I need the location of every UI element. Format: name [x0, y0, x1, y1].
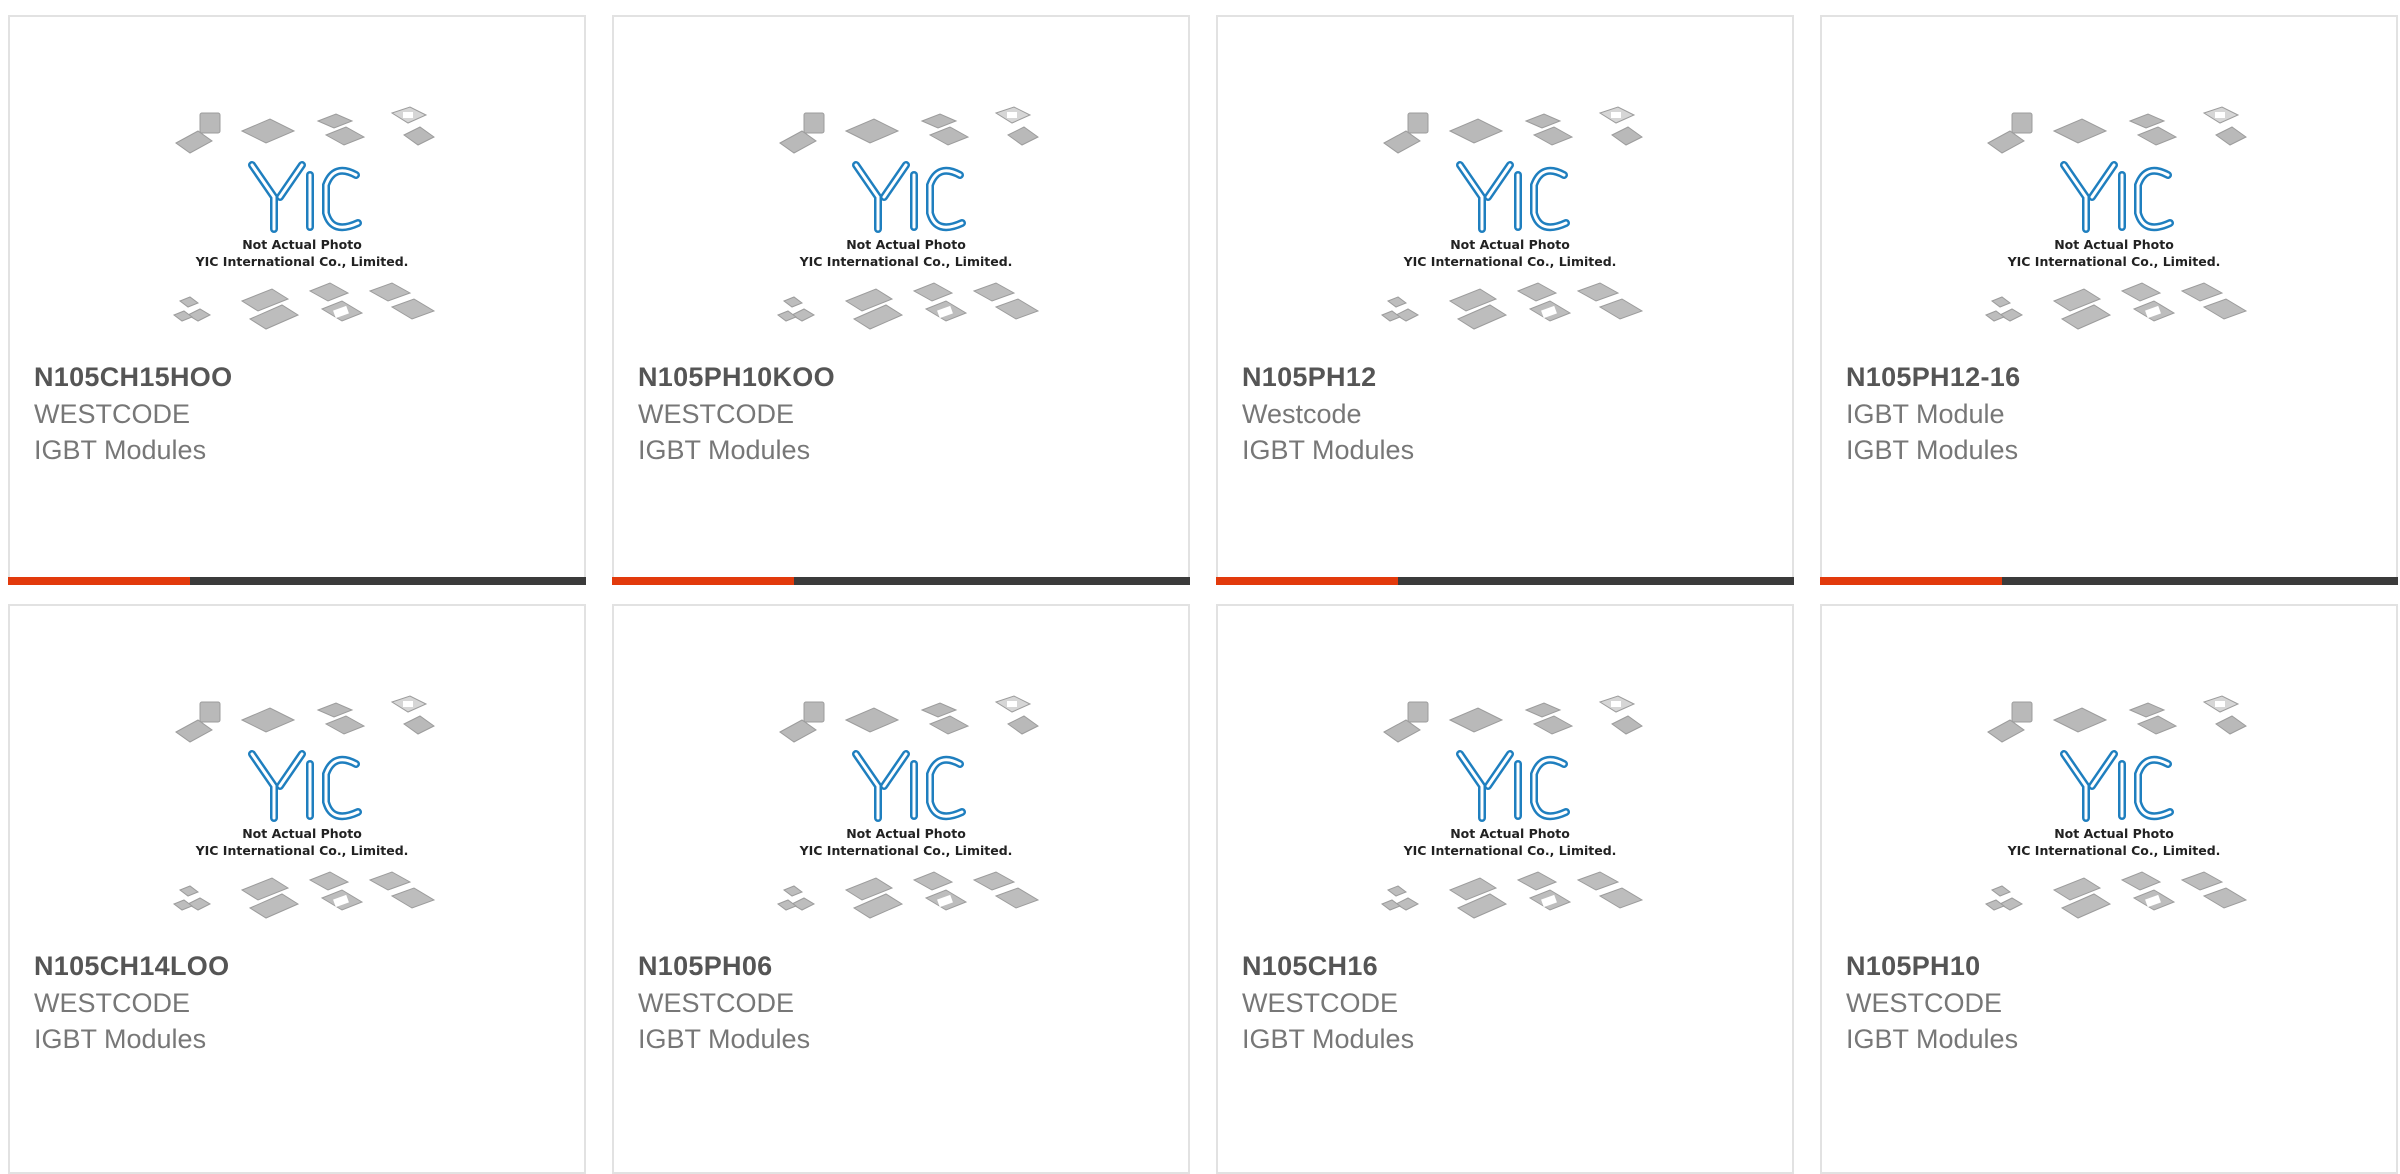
card-accent-bar — [1216, 577, 1398, 585]
product-card[interactable]: N105PH10 WESTCODE IGBT Modules — [1820, 604, 2398, 1174]
chip-placeholder-image — [1378, 694, 1643, 926]
chip-placeholder-image — [774, 694, 1039, 926]
chip-placeholder-image — [1378, 105, 1643, 337]
category: IGBT Modules — [34, 1024, 207, 1054]
manufacturer: WESTCODE — [638, 988, 795, 1018]
manufacturer: WESTCODE — [1242, 988, 1399, 1018]
part-number[interactable]: N105PH10 — [1846, 951, 1981, 982]
product-card[interactable]: N105CH15HOO WESTCODE IGBT Modules — [8, 15, 586, 585]
part-number[interactable]: N105PH10KOO — [638, 362, 835, 393]
category: IGBT Modules — [638, 435, 811, 465]
product-card[interactable]: N105CH14LOO WESTCODE IGBT Modules — [8, 604, 586, 1174]
category: IGBT Modules — [1846, 1024, 2019, 1054]
chip-placeholder-image — [1982, 694, 2247, 926]
part-number[interactable]: N105CH15HOO — [34, 362, 232, 393]
category: IGBT Modules — [1242, 1024, 1415, 1054]
chip-placeholder-image — [1982, 105, 2247, 337]
part-number[interactable]: N105CH14LOO — [34, 951, 229, 982]
category: IGBT Modules — [638, 1024, 811, 1054]
product-card[interactable]: N105PH10KOO WESTCODE IGBT Modules — [612, 15, 1190, 585]
part-number[interactable]: N105CH16 — [1242, 951, 1378, 982]
product-card[interactable]: N105PH12-16 IGBT Module IGBT Modules — [1820, 15, 2398, 585]
chip-placeholder-image — [170, 694, 435, 926]
category: IGBT Modules — [1242, 435, 1415, 465]
manufacturer: WESTCODE — [34, 399, 191, 429]
product-card[interactable]: N105PH06 WESTCODE IGBT Modules — [612, 604, 1190, 1174]
card-accent-bar — [1820, 577, 2002, 585]
chip-placeholder-image — [774, 105, 1039, 337]
category: IGBT Modules — [1846, 435, 2019, 465]
category: IGBT Modules — [34, 435, 207, 465]
manufacturer: WESTCODE — [34, 988, 191, 1018]
manufacturer: WESTCODE — [1846, 988, 2003, 1018]
card-footer-bar — [1216, 577, 1794, 585]
card-footer-bar — [1820, 577, 2398, 585]
manufacturer: IGBT Module — [1846, 399, 2005, 429]
product-card[interactable]: N105CH16 WESTCODE IGBT Modules — [1216, 604, 1794, 1174]
card-footer-bar — [612, 577, 1190, 585]
part-number[interactable]: N105PH12-16 — [1846, 362, 2020, 393]
manufacturer: Westcode — [1242, 399, 1362, 429]
card-footer-bar — [8, 577, 586, 585]
part-number[interactable]: N105PH06 — [638, 951, 773, 982]
manufacturer: WESTCODE — [638, 399, 795, 429]
product-card[interactable]: N105PH12 Westcode IGBT Modules — [1216, 15, 1794, 585]
chip-placeholder-image — [170, 105, 435, 337]
part-number[interactable]: N105PH12 — [1242, 362, 1377, 393]
card-accent-bar — [8, 577, 190, 585]
card-accent-bar — [612, 577, 794, 585]
